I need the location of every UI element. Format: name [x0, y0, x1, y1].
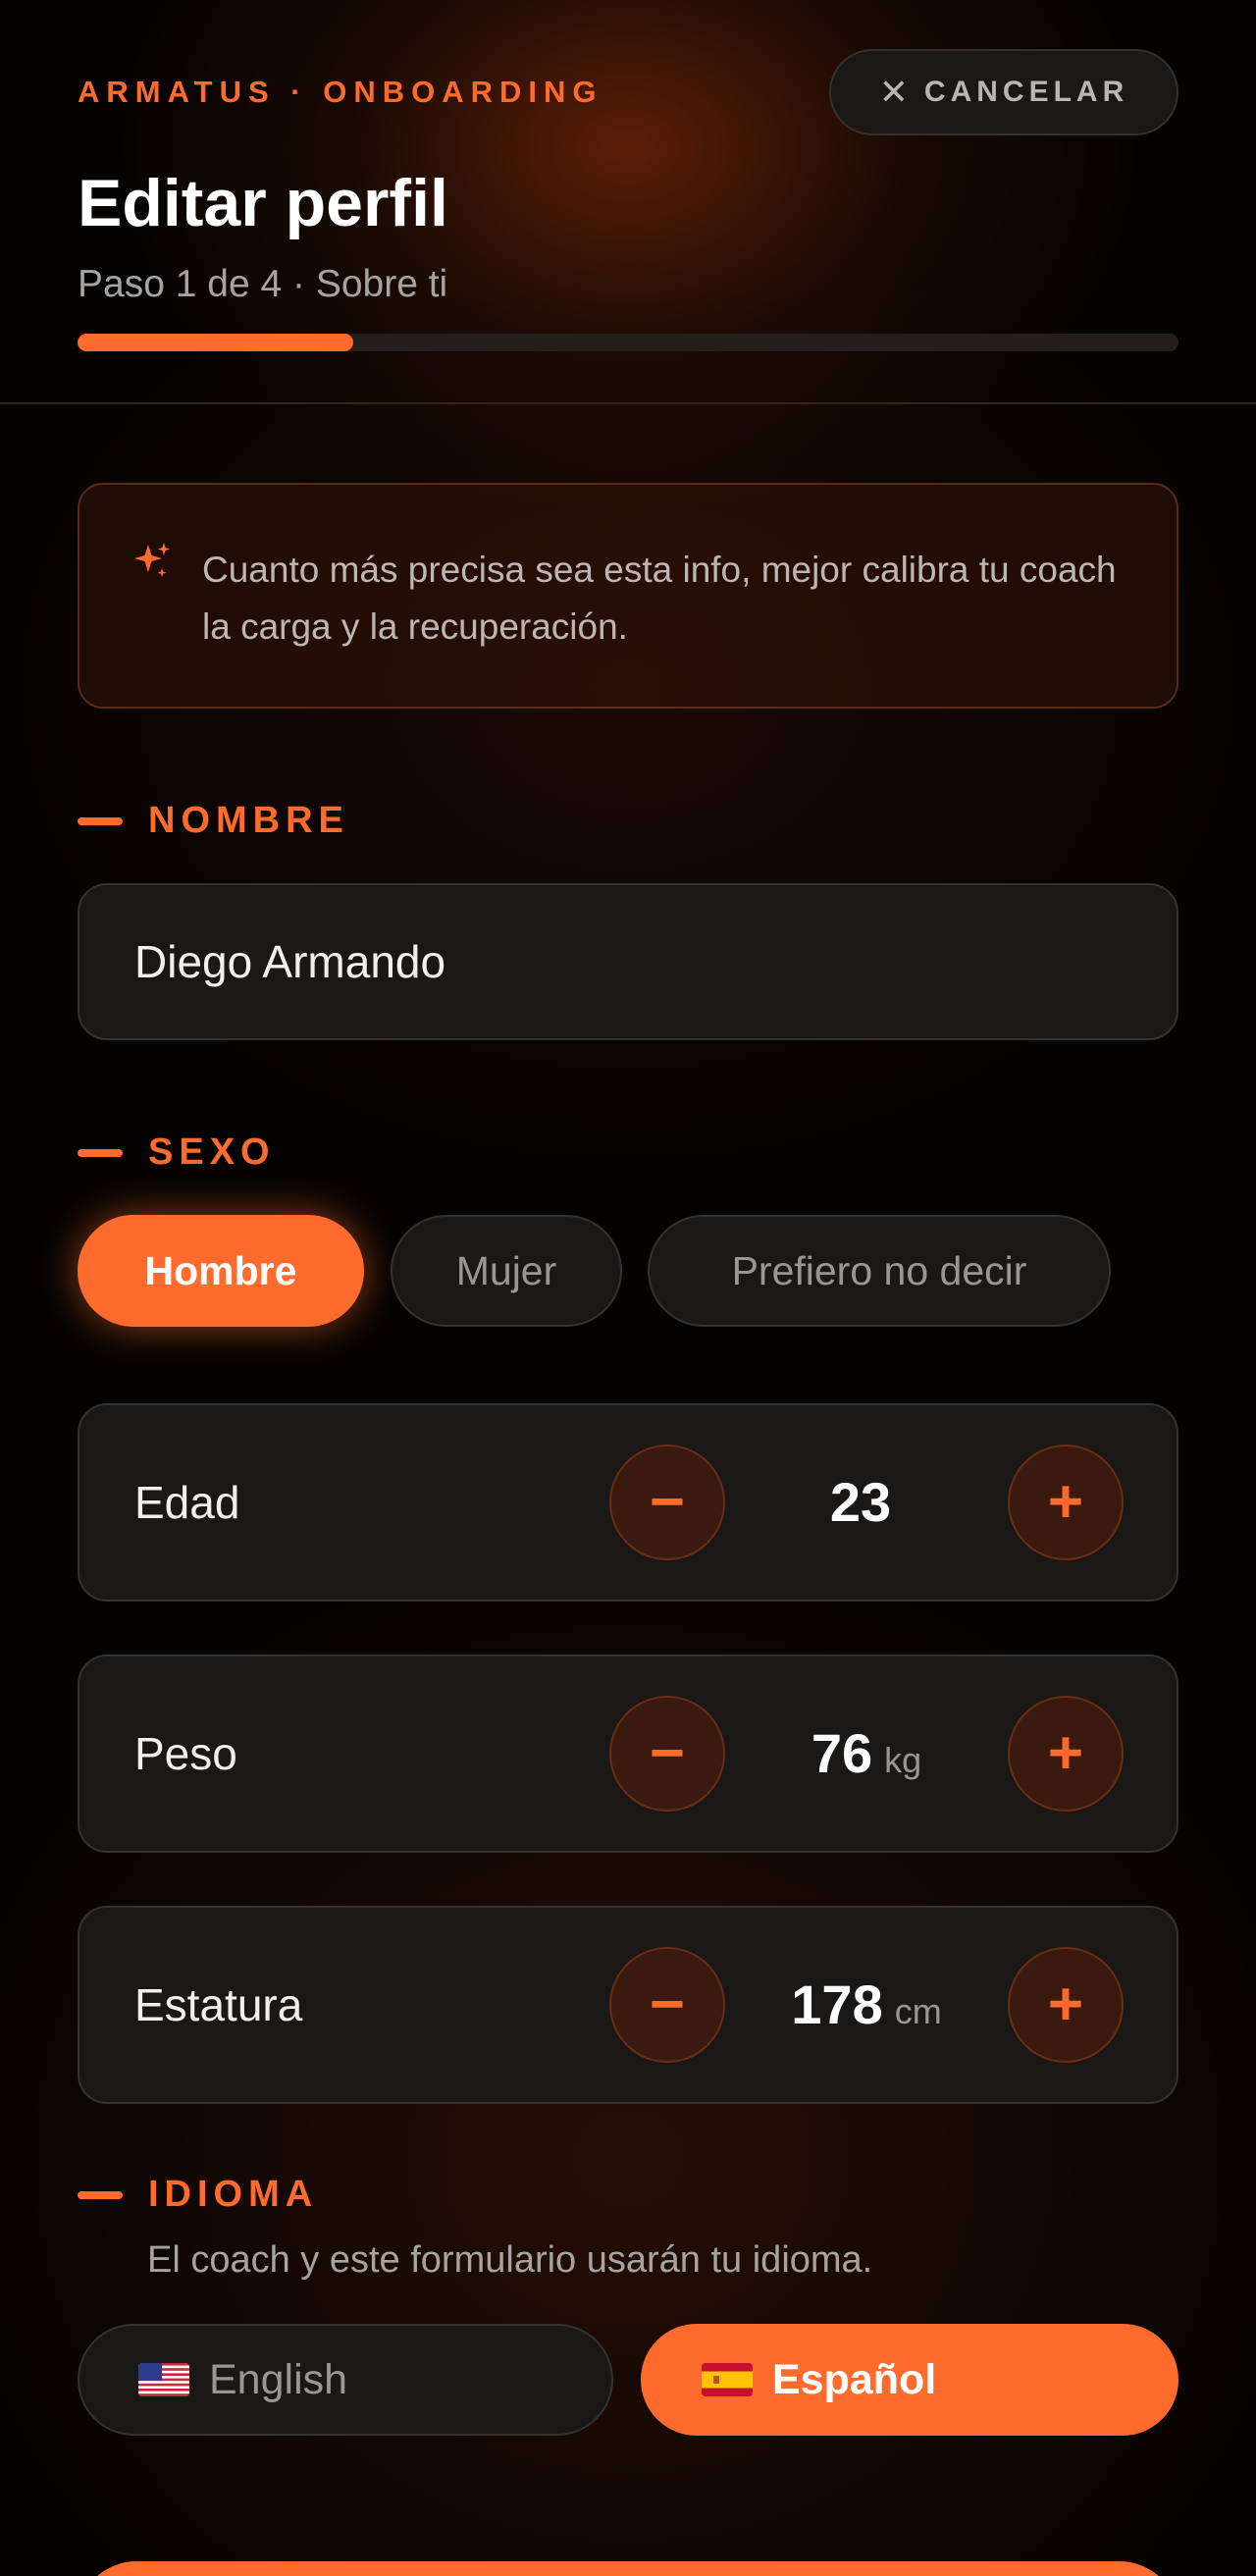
age-label: Edad: [134, 1477, 240, 1528]
progress-fill: [78, 334, 353, 351]
weight-unit: kg: [884, 1740, 922, 1780]
weight-stepper: Peso − 76 kg +: [78, 1655, 1178, 1853]
language-hint: El coach y este formulario usarán tu idi…: [147, 2239, 873, 2281]
weight-label: Peso: [134, 1728, 237, 1779]
name-input[interactable]: [78, 883, 1178, 1040]
english-label: English: [209, 2355, 348, 2403]
section-dash: [78, 816, 123, 825]
eyebrow-label: ARMATUS · ONBOARDING: [78, 75, 603, 109]
language-option-english[interactable]: English: [78, 2324, 613, 2436]
progress-bar: [78, 334, 1178, 351]
age-stepper: Edad − 23 +: [78, 1403, 1178, 1602]
step-subtitle: Paso 1 de 4 · Sobre ti: [78, 263, 448, 305]
close-icon: ✕: [878, 72, 909, 112]
sparkles-icon: [134, 543, 170, 577]
sex-option-hombre[interactable]: Hombre: [78, 1215, 364, 1327]
language-label: IDIOMA: [148, 2174, 319, 2215]
age-value: 23: [727, 1405, 1006, 1600]
height-label: Estatura: [134, 1979, 303, 2030]
age-number: 23: [829, 1471, 892, 1533]
section-dash: [78, 1148, 123, 1157]
page-title: Editar perfil: [78, 166, 448, 240]
section-dash: [78, 2190, 123, 2199]
sex-option-mujer[interactable]: Mujer: [391, 1215, 622, 1327]
continue-button[interactable]: [78, 2561, 1178, 2576]
sex-section-label: SEXO: [78, 1131, 276, 1174]
weight-decrement-button[interactable]: −: [609, 1696, 725, 1812]
tip-card: Cuanto más precisa sea esta info, mejor …: [78, 483, 1178, 709]
header-divider: [0, 402, 1256, 404]
height-value: 178 cm: [727, 1908, 1006, 2102]
sex-option-prefiero-no-decir[interactable]: Prefiero no decir: [648, 1215, 1111, 1327]
weight-number: 76: [811, 1722, 873, 1784]
cancel-label: CANCELAR: [923, 76, 1129, 108]
height-unit: cm: [894, 1991, 942, 2031]
tip-text: Cuanto más precisa sea esta info, mejor …: [202, 550, 1117, 647]
us-flag-icon: [138, 2363, 189, 2396]
age-increment-button[interactable]: +: [1008, 1445, 1124, 1560]
sex-label: SEXO: [148, 1131, 276, 1173]
onboarding-screen: ARMATUS · ONBOARDING ✕ CANCELAR Editar p…: [0, 0, 1256, 2576]
height-stepper: Estatura − 178 cm +: [78, 1906, 1178, 2104]
age-decrement-button[interactable]: −: [609, 1445, 725, 1560]
name-label: NOMBRE: [148, 800, 349, 841]
language-option-espanol[interactable]: Español: [641, 2324, 1178, 2436]
name-section-label: NOMBRE: [78, 800, 349, 842]
height-increment-button[interactable]: +: [1008, 1947, 1124, 2063]
es-flag-icon: [702, 2363, 753, 2396]
weight-value: 76 kg: [727, 1656, 1006, 1851]
cancel-button[interactable]: ✕ CANCELAR: [829, 49, 1178, 135]
language-section-label: IDIOMA: [78, 2174, 318, 2216]
height-number: 178: [791, 1973, 883, 2035]
weight-increment-button[interactable]: +: [1008, 1696, 1124, 1812]
espanol-label: Español: [772, 2355, 937, 2403]
height-decrement-button[interactable]: −: [609, 1947, 725, 2063]
